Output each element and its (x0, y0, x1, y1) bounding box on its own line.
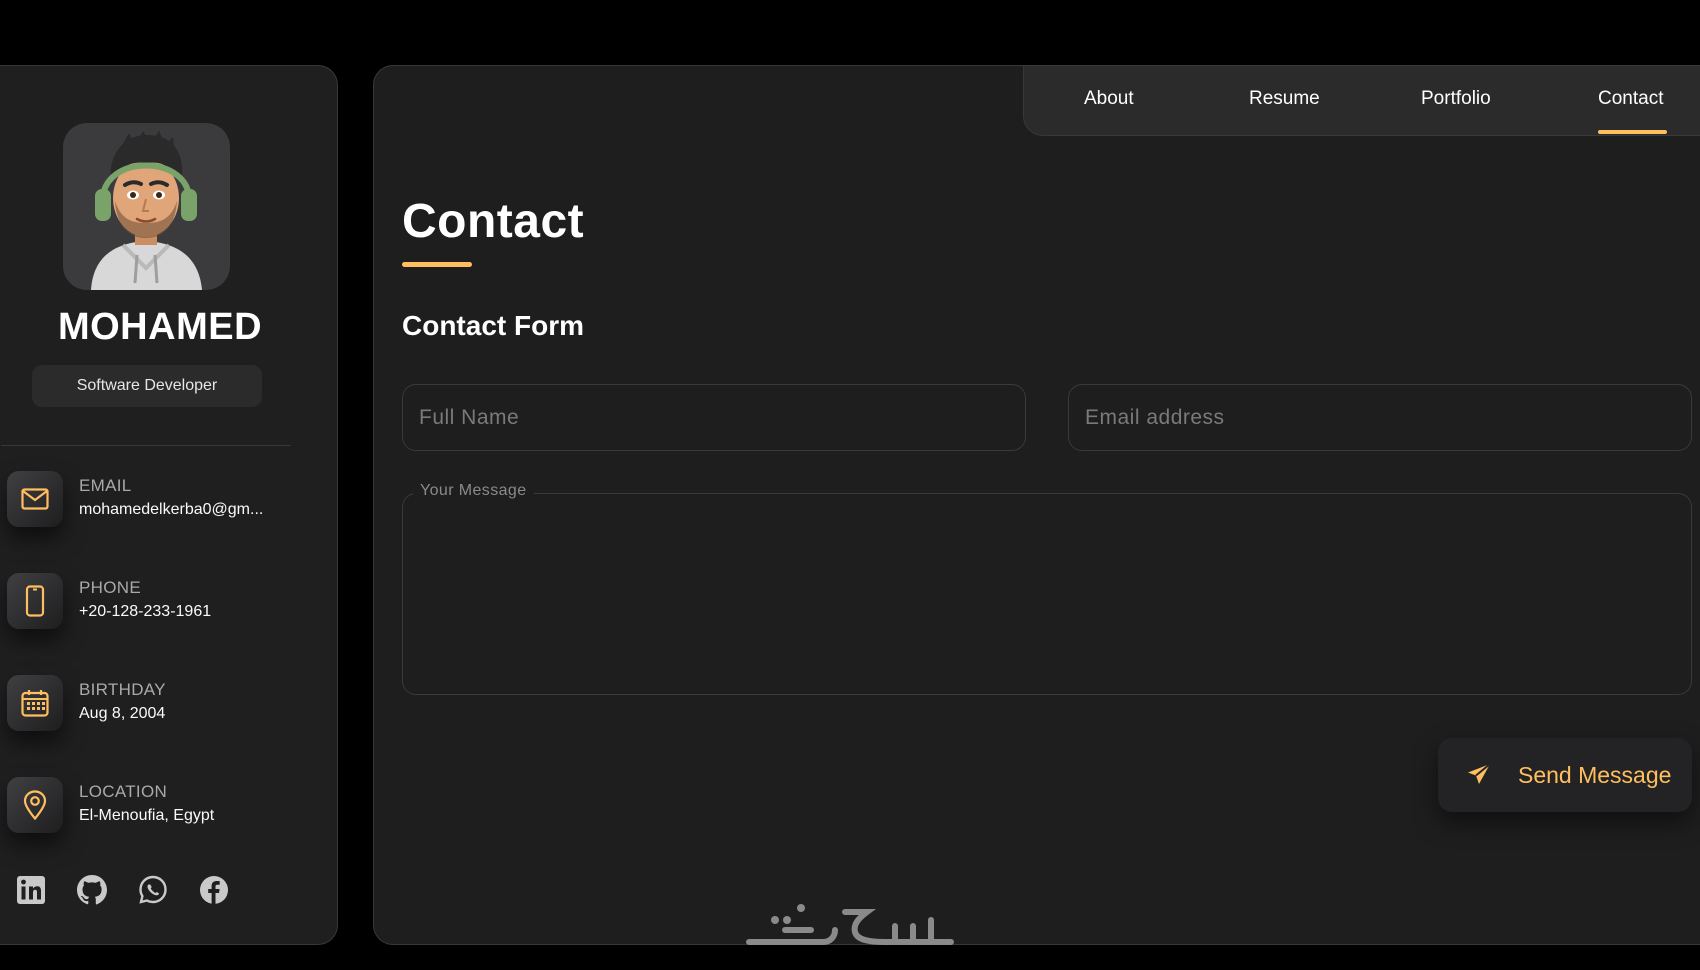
github-icon[interactable] (76, 874, 108, 906)
send-message-button[interactable]: Send Message (1438, 738, 1692, 812)
nav-resume[interactable]: Resume (1249, 88, 1320, 110)
email-input[interactable] (1068, 384, 1692, 451)
contact-item-birthday: BIRTHDAY Aug 8, 2004 (5, 675, 325, 745)
contact-item-phone: PHONE +20-128-233-1961 (5, 573, 325, 643)
location-label: LOCATION (79, 782, 168, 801)
linkedin-icon[interactable] (15, 874, 47, 906)
mail-icon (7, 471, 63, 527)
avatar (63, 123, 230, 290)
message-field[interactable]: Your Message (402, 482, 1692, 695)
birthday-value: Aug 8, 2004 (79, 705, 166, 722)
top-navbar: About Resume Portfolio Contact (1023, 65, 1700, 136)
nav-about[interactable]: About (1084, 88, 1134, 110)
page-title: Contact (402, 195, 585, 248)
form-title: Contact Form (402, 310, 584, 341)
phone-label: PHONE (79, 578, 141, 597)
title-underline (402, 262, 472, 267)
watermark-logo (745, 900, 955, 955)
main-panel: About Resume Portfolio Contact Contact C… (373, 65, 1700, 945)
email-label: EMAIL (79, 476, 132, 495)
sidebar-divider (1, 445, 291, 446)
phone-icon (7, 573, 63, 629)
role-badge: Software Developer (32, 365, 262, 407)
email-value[interactable]: mohamedelkerba0@gm... (79, 501, 263, 519)
nav-portfolio[interactable]: Portfolio (1421, 88, 1491, 110)
message-label: Your Message (413, 482, 534, 500)
phone-value[interactable]: +20-128-233-1961 (79, 603, 211, 621)
location-value: El-Menoufia, Egypt (79, 807, 215, 824)
send-icon (1466, 762, 1492, 791)
message-textarea[interactable] (417, 504, 1677, 684)
calendar-icon (7, 675, 63, 731)
facebook-icon[interactable] (198, 874, 230, 906)
contact-item-location: LOCATION El-Menoufia, Egypt (5, 777, 325, 847)
location-icon (7, 777, 63, 833)
nav-active-indicator (1598, 130, 1667, 134)
whatsapp-icon[interactable] (137, 874, 169, 906)
birthday-label: BIRTHDAY (79, 680, 166, 699)
fullname-input[interactable] (402, 384, 1026, 451)
nav-contact[interactable]: Contact (1598, 88, 1663, 110)
social-links (15, 874, 230, 906)
send-message-label: Send Message (1518, 762, 1672, 788)
contact-item-email: EMAIL mohamedelkerba0@gm... (5, 471, 325, 541)
profile-name: MOHAMED (57, 306, 263, 348)
profile-sidebar: MOHAMED Software Developer EMAIL mohamed… (0, 65, 338, 945)
avatar-image (91, 131, 202, 290)
